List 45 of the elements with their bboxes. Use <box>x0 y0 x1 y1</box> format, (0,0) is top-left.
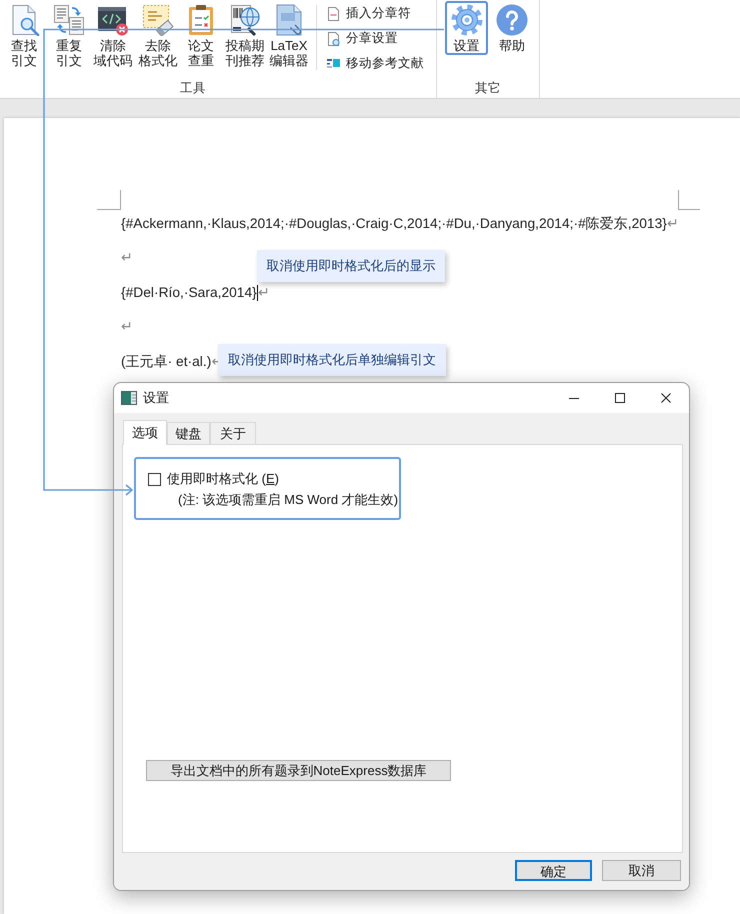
close-icon <box>661 393 671 403</box>
code-window-icon <box>97 4 129 36</box>
maximize-icon <box>615 393 625 403</box>
dialog-button[interactable]: 确定 <box>515 860 592 881</box>
annotation-callout: 取消使用即时格式化后单独编辑引文 <box>218 344 446 376</box>
document-globe-icon <box>229 4 261 36</box>
dialog-button[interactable]: 取消 <box>602 860 681 881</box>
tab[interactable]: 关于 <box>210 422 256 445</box>
settings-icon <box>450 4 482 36</box>
citation-text: (王元卓· et·al.) <box>121 352 212 371</box>
page-break-icon <box>327 6 340 22</box>
tab[interactable]: 选项 <box>123 420 167 445</box>
ribbon-button[interactable]: 清除 域代码 <box>90 1 136 70</box>
ribbon-button[interactable]: 重复 引文 <box>48 1 90 70</box>
dialog-title: 设置 <box>143 389 169 408</box>
group-label: 工具 <box>180 80 206 97</box>
tile-eraser-icon <box>142 4 174 36</box>
checkbox[interactable] <box>148 472 161 486</box>
export-button[interactable]: 导出文档中的所有题录到NoteExpress数据库 <box>146 760 451 781</box>
tab[interactable]: 键盘 <box>167 422 210 445</box>
margin-mark <box>97 190 121 210</box>
margin-mark <box>678 190 700 210</box>
option-note: (注: 该选项需重启 MS Word 才能生效) <box>178 492 398 508</box>
ribbon-small-button[interactable]: 分章设置 <box>325 26 400 51</box>
paragraph-mark: ↵ <box>258 284 270 302</box>
annotation-callout: 取消使用即时格式化后的显示 <box>257 250 445 282</box>
checkbox-label[interactable]: 使用即时格式化 (E) <box>167 469 279 489</box>
ribbon-small-button[interactable]: 移动参考文献 <box>325 51 426 76</box>
ribbon-button[interactable]: 帮助 <box>492 1 532 55</box>
documents-arrows-icon <box>53 4 85 36</box>
ribbon-button[interactable]: 投稿期 刊推荐 <box>222 1 268 70</box>
app-window-icon <box>121 390 137 406</box>
ribbon-small-button[interactable]: 插入分章符 <box>325 1 413 26</box>
paragraph-mark: ↵ <box>121 318 133 336</box>
ribbon-button[interactable]: 去除 格式化 <box>136 1 180 70</box>
citation-text: {#Ackermann,·Klaus,2014;·#Douglas,·Craig·C,2014;·#Du,·Danyang,2014;·#陈爱东,2013} <box>121 214 667 233</box>
ribbon-button[interactable]: 论文 查重 <box>180 1 222 70</box>
ribbon-button[interactable]: 设置 <box>445 1 488 55</box>
help-icon <box>496 4 528 36</box>
ribbon-button[interactable]: LaTeX 编辑器 <box>268 1 310 70</box>
group-label: 其它 <box>475 80 501 97</box>
paragraph-mark: ↵ <box>666 214 679 233</box>
ribbon-button[interactable]: 查找 引文 <box>0 1 48 70</box>
citation-text: {#Del·Río,·Sara,2014} <box>121 284 257 302</box>
paragraph-mark: ↵ <box>121 249 133 268</box>
